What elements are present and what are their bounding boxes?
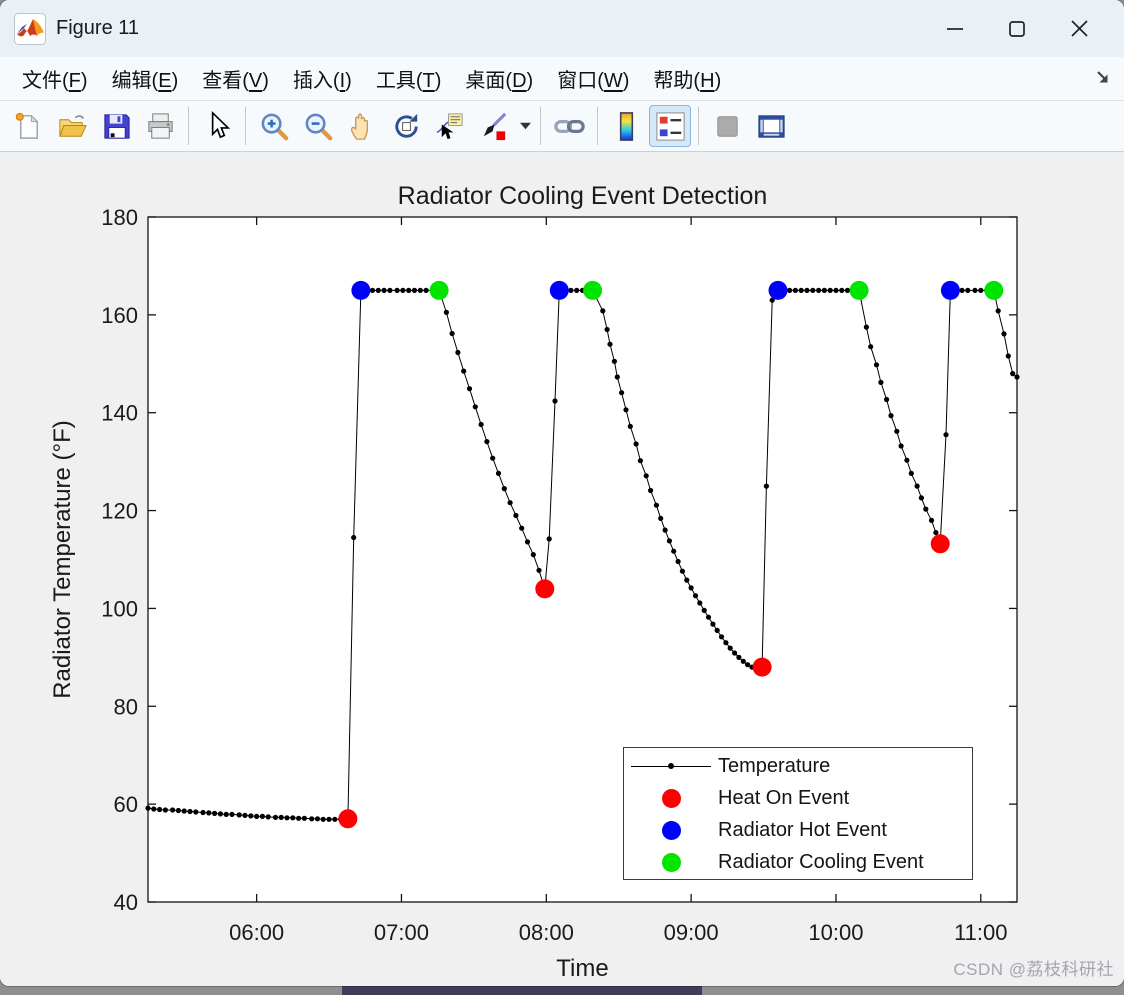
menu-item-2[interactable]: 查看(V) [190,66,281,96]
legend-marker-swatch [661,852,681,872]
x-tick-label: 10:00 [808,920,863,945]
brush-data-icon[interactable] [473,105,515,147]
minimize-icon [947,27,963,30]
zoom-out-icon[interactable] [297,105,339,147]
edit-plot-cursor-icon[interactable] [196,105,238,147]
x-tick-label: 07:00 [374,920,429,945]
print-figure-icon[interactable] [139,105,181,147]
pan-icon[interactable] [341,105,383,147]
y-tick-label: 60 [114,792,138,817]
matlab-logo-icon [14,12,46,45]
maximize-icon [1009,20,1025,37]
x-axis-label: Time [556,955,608,982]
window-title: Figure 11 [56,17,140,39]
toolbar-separator [188,107,189,145]
brush-dropdown-caret-icon[interactable] [517,105,533,147]
menu-item-0[interactable]: 文件(F) [10,66,100,96]
menu-item-7[interactable]: 帮助(H) [641,66,733,96]
legend-entry-3: Radiator Cooling Event [624,846,972,878]
legend-line-swatch [631,763,711,769]
y-tick-label: 140 [101,401,138,426]
insert-legend-icon[interactable] [649,105,691,147]
y-tick-label: 80 [114,694,138,719]
toolbar-separator [597,107,598,145]
legend-box[interactable]: Temperature Heat On Event Radiator Hot Eve… [623,747,973,880]
legend-label: Radiator Hot Event [718,818,887,841]
toolbar-separator [540,107,541,145]
title-bar[interactable]: Figure 11 [0,0,1124,57]
legend-label: Radiator Cooling Event [718,850,924,873]
toolbar-separator [245,107,246,145]
y-tick-label: 180 [101,205,138,230]
legend-entry-1: Heat On Event [624,782,972,814]
toolbar-separator [698,107,699,145]
figure-canvas: 06:00 07:00 08:00 09:00 10:00 11:00 40 60 80 100 1… [0,152,1124,986]
figure-window: Figure 11 文件(F) 编辑(E) 查看(V) 插入(I) 工具(T) 桌面(D)… [0,0,1124,986]
y-tick-label: 160 [101,303,138,328]
rotate-3d-icon[interactable] [385,105,427,147]
close-button[interactable] [1048,7,1110,51]
menu-item-1[interactable]: 编辑(E) [100,66,191,96]
zoom-in-icon[interactable] [253,105,295,147]
menu-bar: 文件(F) 编辑(E) 查看(V) 插入(I) 工具(T) 桌面(D) 窗口(W) 帮助(H) [0,57,1124,101]
save-figure-icon[interactable] [95,105,137,147]
legend-entry-0: Temperature [624,750,972,782]
y-tick-label: 40 [114,890,138,915]
maximize-button[interactable] [986,7,1048,51]
data-cursor-icon[interactable] [429,105,471,147]
x-tick-label: 06:00 [229,920,284,945]
insert-colorbar-icon[interactable] [605,105,647,147]
legend-label: Heat On Event [718,786,850,809]
figure-toolbar [0,101,1124,152]
close-icon [1070,20,1088,37]
legend-entry-2: Radiator Hot Event [624,814,972,846]
open-file-icon[interactable] [51,105,93,147]
watermark: CSDN @荔枝科研社 [953,960,1114,979]
y-tick-label: 120 [101,499,138,524]
chart-title: Radiator Cooling Event Detection [398,182,768,210]
hide-plot-tools-icon [706,105,748,147]
legend-marker-swatch [661,820,681,840]
dock-figure-arrow-icon[interactable] [1094,69,1112,87]
menu-item-4[interactable]: 工具(T) [364,66,454,96]
menu-item-5[interactable]: 桌面(D) [453,66,545,96]
menu-item-6[interactable]: 窗口(W) [545,66,641,96]
link-plot-icon[interactable] [548,105,590,147]
y-tick-label: 100 [101,596,138,621]
menu-item-3[interactable]: 插入(I) [281,66,364,96]
minimize-button[interactable] [924,7,986,51]
dock-figure-tools-icon[interactable] [750,105,792,147]
legend-marker-swatch [661,788,681,808]
background-taskbar-sliver [342,986,702,995]
x-tick-label: 11:00 [954,920,1007,945]
legend-label: Temperature [718,754,831,777]
new-figure-icon[interactable] [7,105,49,147]
x-tick-label: 08:00 [519,920,574,945]
y-axis-label: Radiator Temperature (°F) [49,420,76,699]
x-tick-label: 09:00 [664,920,719,945]
